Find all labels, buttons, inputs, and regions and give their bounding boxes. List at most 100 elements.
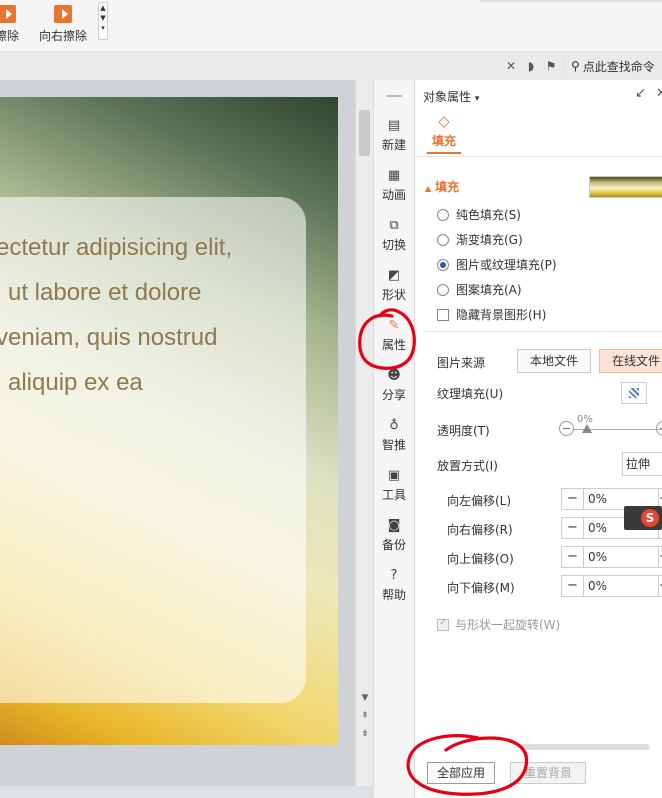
divider (415, 156, 662, 157)
placement-select[interactable]: 拉伸 (622, 452, 662, 476)
chevron-down-icon: ▾ (474, 94, 480, 104)
offset-up-stepper[interactable]: − 0% + (561, 546, 662, 568)
fill-section-label: 填充 (435, 180, 460, 194)
radio-pattern-fill[interactable]: 图案填充(A) (437, 281, 522, 298)
erase-button[interactable]: 擦除 (0, 0, 22, 44)
rotate-with-shape-checkbox[interactable]: 与形状一起旋转(W) (437, 616, 560, 633)
radio-label: 图片或纹理填充(P) (456, 258, 557, 272)
radio-gradient-fill[interactable]: 渐变填充(G) (437, 231, 523, 248)
ribbon-divider (480, 0, 662, 2)
transition-icon: ⧉ (389, 217, 399, 233)
tab-fill-label: 填充 (427, 132, 461, 154)
quick-toolbar: ✕ ◗ ⚑ ⚲ 点此查找命令 (504, 56, 655, 76)
plus-icon[interactable]: + (658, 547, 662, 567)
ribbon-gallery-scroll[interactable]: ▲ ▼ ▾ (98, 2, 108, 40)
tab-share[interactable]: ☻ 分享 (374, 362, 414, 408)
prev-page-icon[interactable]: ⇞ (358, 710, 372, 722)
ime-indicator[interactable]: S (624, 506, 662, 530)
radio-icon[interactable] (437, 208, 449, 221)
minus-icon[interactable]: − (562, 489, 584, 509)
next-page-icon[interactable]: ⇟ (358, 728, 372, 740)
reset-background-button[interactable]: 重置背景 (510, 762, 586, 784)
scroll-down-icon[interactable]: ▼ (358, 692, 372, 704)
plus-icon[interactable]: + (656, 421, 662, 436)
minus-icon[interactable]: − (562, 518, 584, 538)
erase-icon (0, 5, 16, 23)
fill-preview-swatch[interactable] (589, 176, 662, 198)
tab-label: 备份 (381, 538, 406, 552)
tab-label: 动画 (381, 188, 406, 202)
radio-label: 渐变填充(G) (456, 233, 523, 247)
ribbon: 擦除 向右擦除 ▲ ▼ ▾ (0, 0, 662, 52)
tab-new[interactable]: ▤ 新建 (374, 112, 414, 158)
sogou-logo-icon: S (641, 509, 659, 527)
command-search[interactable]: ⚲ 点此查找命令 (564, 57, 655, 75)
transparency-label: 透明度(T) (437, 424, 490, 438)
offset-down-label: 向下偏移(M) (447, 581, 515, 595)
close-icon[interactable]: ✕ (656, 86, 662, 101)
object-properties-panel: 对象属性 ▾ ↙ ✕ ◇ 填充 ▲ 填充 纯色填充(S) 渐变填充(G) 图片或纹… (415, 80, 662, 798)
vertical-scrollbar[interactable]: ▼ ⇞ ⇟ (355, 80, 373, 798)
task-pane-tabs: ▤ 新建 ▦ 动画 ⧉ 切换 ◩ 形状 ✎ 属性 ☻ 分享 ♁ 智推 ▣ 工具 … (373, 80, 415, 798)
offset-left-label: 向左偏移(L) (447, 494, 512, 508)
tab-property[interactable]: ✎ 属性 (374, 312, 414, 358)
panel-title-label: 对象属性 (423, 90, 472, 104)
fill-section-header[interactable]: ▲ 填充 (425, 178, 459, 195)
checkbox-icon[interactable] (437, 308, 449, 321)
tab-help[interactable]: ? 帮助 (374, 562, 414, 608)
tab-label: 属性 (381, 338, 406, 352)
offset-down-value[interactable]: 0% (584, 576, 658, 596)
tab-shape[interactable]: ◩ 形状 (374, 262, 414, 308)
erase-right-button[interactable]: 向右擦除 (36, 0, 90, 44)
plus-icon[interactable]: + (658, 576, 662, 596)
horizontal-scrollbar[interactable] (520, 744, 650, 750)
tab-backup[interactable]: ◙ 备份 (374, 512, 414, 558)
pin-icon[interactable]: ✕ (504, 59, 518, 73)
help-icon: ? (390, 567, 398, 583)
scroll-thumb[interactable] (359, 110, 370, 156)
tab-transition[interactable]: ⧉ 切换 (374, 212, 414, 258)
slide-text-line: ectetur adipisicing elit, (0, 234, 233, 261)
texture-picker-button[interactable] (621, 382, 647, 404)
radio-icon[interactable] (437, 233, 449, 246)
tab-label: 分享 (381, 388, 406, 402)
collapse-icon[interactable]: ↙ (635, 86, 646, 101)
local-file-button[interactable]: 本地文件 (517, 349, 591, 373)
tab-fill[interactable]: ◇ 填充 (427, 112, 461, 154)
apply-all-button[interactable]: 全部应用 (427, 762, 495, 784)
slide[interactable]: ectetur adipisicing elit, ut labore et d… (0, 97, 338, 745)
radio-icon[interactable] (437, 283, 449, 296)
status-strip (0, 786, 373, 798)
tab-animation[interactable]: ▦ 动画 (374, 162, 414, 208)
minus-icon[interactable]: − (562, 547, 584, 567)
erase-right-button-label: 向右擦除 (38, 29, 87, 43)
flag-icon[interactable]: ⚑ (544, 59, 558, 73)
offset-up-value[interactable]: 0% (584, 547, 658, 567)
tab-smart[interactable]: ♁ 智推 (374, 412, 414, 458)
offset-down-stepper[interactable]: − 0% + (561, 575, 662, 597)
tab-label: 形状 (381, 288, 406, 302)
new-doc-icon: ▤ (387, 117, 401, 133)
placement-label: 放置方式(I) (437, 459, 498, 473)
panel-title[interactable]: 对象属性 ▾ (423, 88, 479, 105)
minus-icon[interactable]: − (562, 576, 584, 596)
online-file-button[interactable]: 在线文件 (599, 349, 662, 373)
hide-bg-shapes-checkbox[interactable]: 隐藏背景图形(H) (437, 306, 546, 323)
paint-bucket-icon: ◇ (438, 112, 450, 130)
minus-icon[interactable]: − (559, 421, 574, 436)
checkbox-icon[interactable] (437, 617, 449, 631)
slide-text-line: aliquip ex ea (8, 369, 143, 396)
tab-label: 切换 (381, 238, 406, 252)
tab-tools[interactable]: ▣ 工具 (374, 462, 414, 508)
radio-solid-fill[interactable]: 纯色填充(S) (437, 206, 521, 223)
animation-icon: ▦ (387, 167, 401, 183)
smart-icon: ♁ (389, 417, 399, 433)
image-source-label: 图片来源 (437, 356, 486, 370)
backup-icon: ◙ (387, 517, 401, 533)
slider-thumb[interactable] (582, 424, 592, 433)
radio-icon[interactable] (437, 258, 449, 271)
radio-picture-fill[interactable]: 图片或纹理填充(P) (437, 256, 557, 273)
tab-label: 帮助 (381, 588, 406, 602)
ribbon-toggle-icon[interactable]: ◗ (524, 59, 538, 73)
tab-label: 新建 (381, 138, 406, 152)
